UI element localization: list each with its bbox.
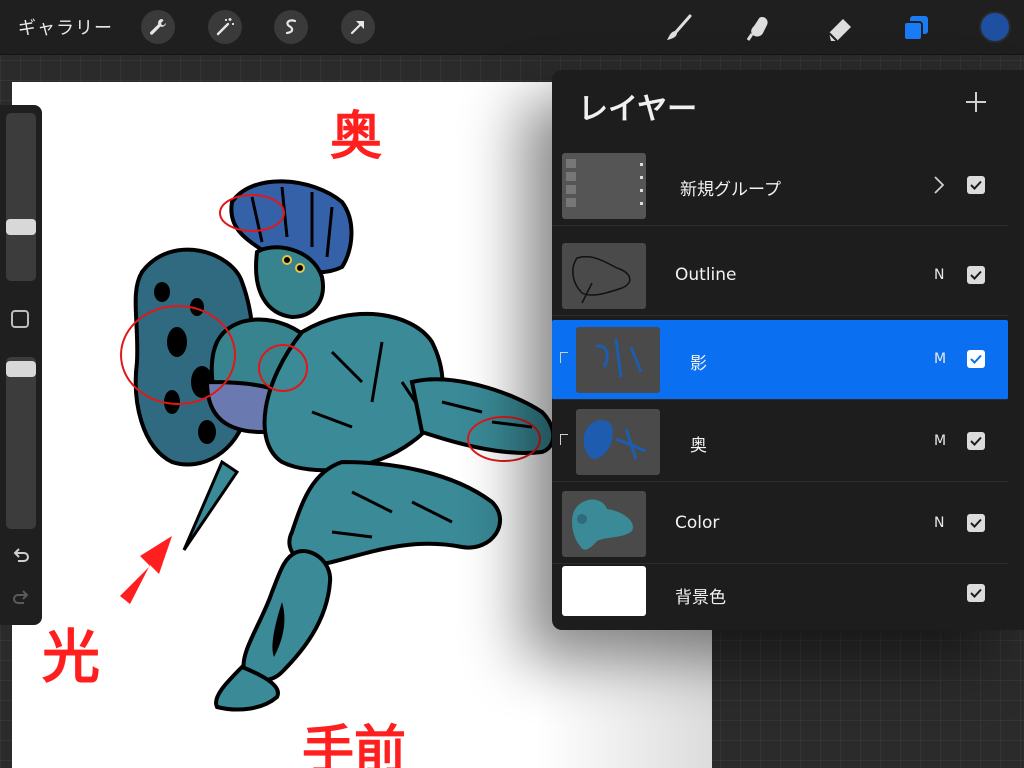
- visibility-checkbox[interactable]: [967, 176, 985, 194]
- annotation-back: 奥: [330, 107, 383, 167]
- color-picker-button[interactable]: [979, 11, 1011, 43]
- layer-thumbnail: [576, 327, 660, 393]
- gallery-button[interactable]: ギャラリー: [18, 14, 113, 40]
- visibility-checkbox[interactable]: [967, 350, 985, 368]
- visibility-checkbox[interactable]: [967, 584, 985, 602]
- layers-panel: レイヤー 新規グループ Outline N 影 M 奥 M Color N 背景…: [552, 70, 1024, 630]
- undo-icon[interactable]: [10, 545, 32, 567]
- plus-icon[interactable]: [964, 90, 988, 114]
- wrench-icon[interactable]: [141, 10, 175, 44]
- modify-button[interactable]: [11, 310, 29, 328]
- top-toolbar: ギャラリー: [0, 0, 1024, 55]
- opacity-handle[interactable]: [6, 361, 36, 377]
- background-color-swatch: [562, 566, 646, 616]
- opacity-slider[interactable]: [6, 357, 36, 529]
- selection-icon[interactable]: [274, 10, 308, 44]
- side-toolbar: [0, 105, 42, 625]
- blend-mode[interactable]: M: [934, 351, 946, 367]
- annotation-front: 手前: [302, 721, 407, 768]
- magic-wand-icon[interactable]: [208, 10, 242, 44]
- layer-row-color[interactable]: Color N: [552, 484, 1008, 564]
- layer-row-outline[interactable]: Outline N: [552, 236, 1008, 316]
- layer-row-group[interactable]: 新規グループ: [552, 146, 1008, 226]
- layers-icon[interactable]: [900, 12, 932, 44]
- clipping-mask-icon: [560, 352, 568, 363]
- visibility-checkbox[interactable]: [967, 432, 985, 450]
- blend-mode[interactable]: N: [934, 267, 944, 283]
- smudge-icon[interactable]: [744, 12, 776, 44]
- layer-name: Color: [675, 513, 720, 533]
- layer-thumbnail: [576, 409, 660, 475]
- visibility-checkbox[interactable]: [967, 266, 985, 284]
- annotation-light: 光: [42, 623, 101, 691]
- layer-name: 影: [690, 354, 707, 374]
- layer-row-back[interactable]: 奥 M: [552, 402, 1008, 482]
- brush-icon[interactable]: [663, 12, 695, 44]
- brush-size-slider[interactable]: [6, 113, 36, 281]
- group-thumbnail: [562, 153, 646, 219]
- visibility-checkbox[interactable]: [967, 514, 985, 532]
- clipping-mask-icon: [560, 434, 568, 445]
- layer-row-shadow[interactable]: 影 M: [552, 320, 1008, 400]
- redo-icon[interactable]: [10, 587, 32, 609]
- layer-thumbnail: [562, 491, 646, 557]
- blend-mode[interactable]: M: [934, 433, 946, 449]
- brush-size-handle[interactable]: [6, 219, 36, 235]
- chevron-right-icon[interactable]: [932, 174, 946, 196]
- layer-thumbnail: [562, 243, 646, 309]
- layer-name: 背景色: [675, 588, 726, 608]
- eraser-icon[interactable]: [823, 12, 855, 44]
- transform-arrow-icon[interactable]: [341, 10, 375, 44]
- layers-panel-title: レイヤー: [578, 92, 698, 127]
- layer-name: Outline: [675, 265, 737, 285]
- blend-mode[interactable]: N: [934, 515, 944, 531]
- layer-name: 新規グループ: [680, 180, 781, 200]
- layer-name: 奥: [690, 436, 707, 456]
- layer-row-background[interactable]: 背景色: [552, 566, 1008, 630]
